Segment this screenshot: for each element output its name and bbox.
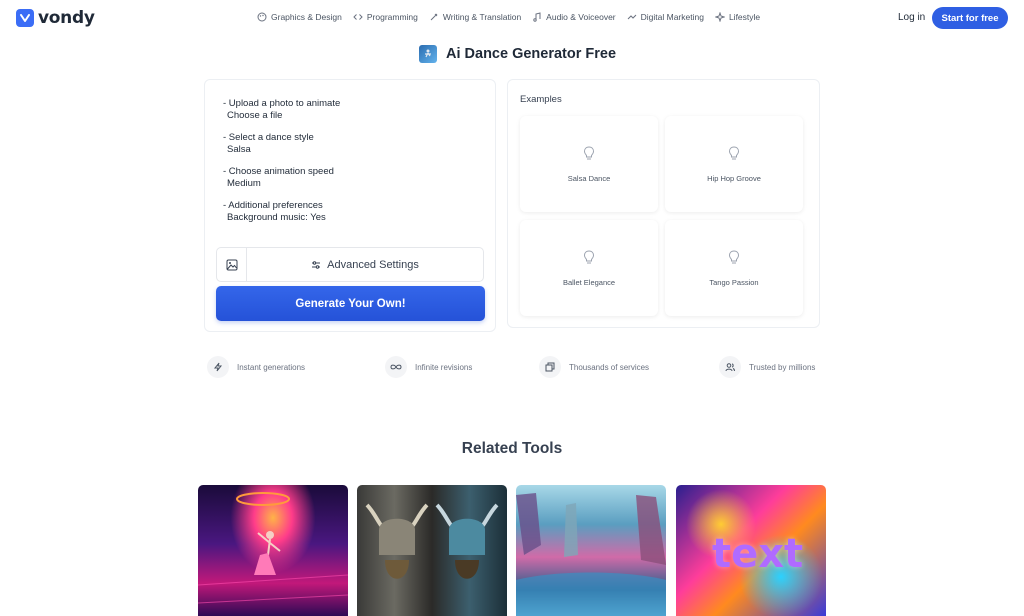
bolt-icon bbox=[207, 356, 229, 378]
generate-button[interactable]: Generate Your Own! bbox=[216, 286, 485, 321]
generator-form-card: - Upload a photo to animate Choose a fil… bbox=[204, 79, 496, 332]
example-salsa-dance[interactable]: Salsa Dance bbox=[520, 116, 658, 212]
login-link[interactable]: Log in bbox=[898, 12, 925, 23]
nav-label: Writing & Translation bbox=[442, 12, 522, 22]
nav-digital-marketing[interactable]: Digital Marketing bbox=[627, 12, 704, 22]
users-icon bbox=[719, 356, 741, 378]
dancer-illustration bbox=[198, 492, 348, 604]
example-label: Ballet Elegance bbox=[562, 278, 616, 287]
dance-app-icon bbox=[419, 45, 437, 63]
image-icon bbox=[226, 259, 237, 270]
code-icon bbox=[353, 14, 363, 20]
form-group-speed[interactable]: - Choose animation speed Medium bbox=[223, 166, 340, 189]
text-art-label: text bbox=[712, 531, 804, 577]
logo-text: vondy bbox=[38, 8, 95, 28]
field-value[interactable]: Choose a file bbox=[223, 110, 340, 122]
vondy-logo[interactable]: vondy bbox=[16, 9, 95, 27]
pen-icon bbox=[430, 13, 438, 21]
palette-icon bbox=[257, 12, 267, 22]
nav-label: Graphics & Design bbox=[271, 12, 342, 22]
related-tools-title: Related Tools bbox=[461, 440, 563, 457]
trend-icon bbox=[627, 14, 636, 20]
nav-programming[interactable]: Programming bbox=[353, 12, 418, 22]
infinity-icon bbox=[385, 356, 407, 378]
feature-label: Infinite revisions bbox=[415, 362, 473, 372]
nav-label: Lifestyle bbox=[728, 12, 761, 22]
nav-label: Audio & Voiceover bbox=[546, 12, 616, 22]
related-tool-card-landscape[interactable] bbox=[516, 485, 666, 616]
sparkle-icon bbox=[714, 12, 725, 22]
lightbulb-icon bbox=[583, 250, 595, 264]
related-tool-card-dance[interactable] bbox=[198, 485, 348, 616]
landscape-illustration bbox=[516, 493, 666, 616]
example-label: Hip Hop Groove bbox=[707, 174, 761, 183]
examples-title: Examples bbox=[520, 94, 562, 105]
field-value[interactable]: Salsa bbox=[223, 144, 340, 156]
form-group-upload[interactable]: - Upload a photo to animate Choose a fil… bbox=[223, 98, 340, 121]
field-label: - Select a dance style bbox=[223, 132, 314, 143]
form-group-dance-style[interactable]: - Select a dance style Salsa bbox=[223, 132, 340, 155]
example-label: Salsa Dance bbox=[567, 174, 611, 183]
top-header: vondy Graphics & Design Programming Writ… bbox=[0, 0, 1024, 36]
feature-thousands: Thousands of services bbox=[539, 356, 649, 378]
sliders-icon bbox=[312, 260, 321, 269]
nav-label: Digital Marketing bbox=[640, 12, 704, 22]
field-value[interactable]: Background music: Yes bbox=[223, 212, 340, 224]
start-for-free-button[interactable]: Start for free bbox=[932, 7, 1008, 29]
related-tool-card-vikings[interactable] bbox=[357, 485, 507, 616]
page-title-row: Ai Dance Generator Free bbox=[419, 45, 616, 63]
feature-label: Thousands of services bbox=[569, 362, 650, 372]
nav-label: Programming bbox=[366, 12, 418, 22]
field-label: - Choose animation speed bbox=[223, 166, 334, 177]
field-label: - Additional preferences bbox=[223, 200, 323, 211]
nav-writing-translation[interactable]: Writing & Translation bbox=[429, 12, 521, 22]
example-label: Tango Passion bbox=[709, 278, 759, 287]
nav-graphics-design[interactable]: Graphics & Design bbox=[257, 12, 342, 22]
viking-illustration bbox=[365, 503, 499, 579]
field-label: - Upload a photo to animate bbox=[223, 98, 341, 109]
logo-mark-icon bbox=[16, 9, 34, 27]
page-title: Ai Dance Generator Free bbox=[446, 46, 617, 62]
examples-card: Examples Salsa Dance Hip Hop Groove Ball… bbox=[507, 79, 820, 328]
feature-label: Instant generations bbox=[237, 362, 306, 372]
image-upload-button[interactable] bbox=[217, 248, 247, 281]
example-tango-passion[interactable]: Tango Passion bbox=[665, 220, 803, 316]
example-ballet-elegance[interactable]: Ballet Elegance bbox=[520, 220, 658, 316]
form-fields: - Upload a photo to animate Choose a fil… bbox=[223, 98, 340, 234]
feature-label: Trusted by millions bbox=[749, 362, 816, 372]
feature-trusted: Trusted by millions bbox=[719, 356, 815, 378]
nav-audio-voiceover[interactable]: Audio & Voiceover bbox=[532, 12, 616, 22]
advanced-settings-button[interactable]: Advanced Settings bbox=[247, 259, 483, 271]
example-hip-hop-groove[interactable]: Hip Hop Groove bbox=[665, 116, 803, 212]
lightbulb-icon bbox=[728, 146, 740, 160]
main-nav: Graphics & Design Programming Writing & … bbox=[257, 12, 771, 22]
advanced-settings-label: Advanced Settings bbox=[327, 258, 419, 271]
advanced-bar: Advanced Settings bbox=[216, 247, 484, 282]
related-tool-card-text-art[interactable]: text bbox=[676, 485, 826, 616]
lightbulb-icon bbox=[583, 146, 595, 160]
feature-infinite: Infinite revisions bbox=[385, 356, 472, 378]
music-icon bbox=[533, 12, 541, 22]
feature-instant: Instant generations bbox=[207, 356, 305, 378]
field-value[interactable]: Medium bbox=[223, 178, 340, 190]
lightbulb-icon bbox=[728, 250, 740, 264]
nav-lifestyle[interactable]: Lifestyle bbox=[714, 12, 761, 22]
layers-icon bbox=[539, 356, 561, 378]
form-group-preferences[interactable]: - Additional preferences Background musi… bbox=[223, 200, 340, 223]
